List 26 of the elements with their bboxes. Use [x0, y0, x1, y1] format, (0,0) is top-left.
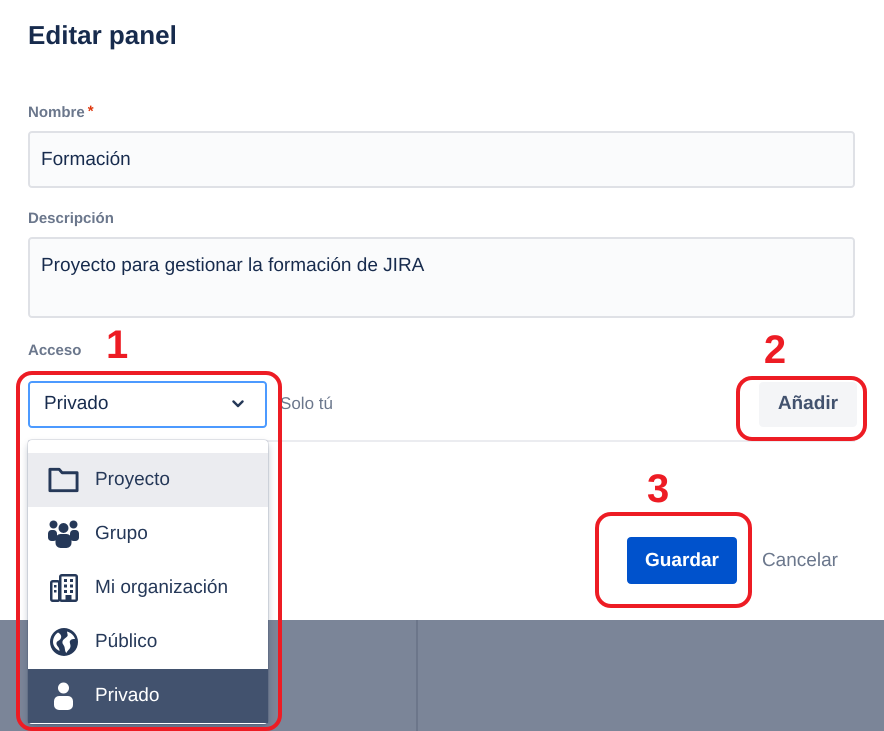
access-hint: Solo tú: [280, 394, 333, 414]
annotation-number: 2: [764, 330, 786, 370]
menu-option[interactable]: Proyecto: [28, 452, 268, 506]
field-label: Acceso: [28, 341, 82, 361]
field-label: Nombre: [28, 103, 85, 123]
dialog-title: Editar panel: [28, 19, 177, 52]
required-asterisk: *: [88, 103, 94, 121]
description-field[interactable]: Proyecto para gestionar la formación de JIRA: [28, 237, 855, 318]
access-select[interactable]: Privado: [28, 380, 267, 428]
folder-icon: [48, 466, 79, 492]
menu-option[interactable]: Grupo: [28, 506, 268, 560]
menu-option[interactable]: Privado: [28, 668, 268, 722]
people-icon: [48, 520, 79, 548]
menu-option[interactable]: Público: [28, 614, 268, 668]
building-icon: [50, 574, 78, 602]
cancel-button[interactable]: Cancelar: [750, 537, 850, 584]
chevron-down-icon: [232, 400, 244, 408]
menu-option[interactable]: Mi organización: [28, 560, 268, 614]
person-icon: [54, 682, 73, 710]
globe-icon: [50, 628, 78, 656]
add-button[interactable]: Añadir: [758, 382, 857, 426]
save-button[interactable]: Guardar: [627, 537, 737, 584]
annotation-number: 3: [647, 469, 670, 509]
annotation-number: 1: [106, 324, 128, 364]
field-label: Descripción: [28, 209, 114, 229]
name-input[interactable]: Formación: [28, 131, 855, 188]
